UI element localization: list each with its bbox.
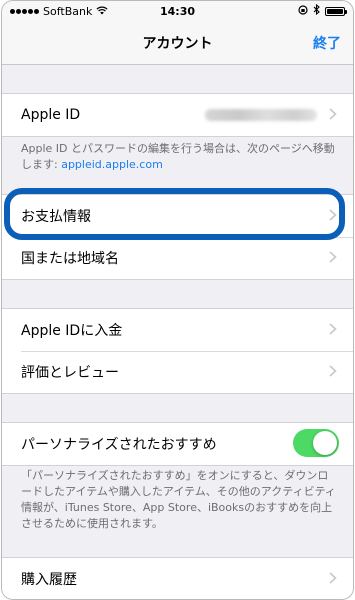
history-group: 購入履歴: [2, 557, 353, 599]
phone-frame: SoftBank 14:30 アカウント 終了 Apple ID Apple I: [1, 0, 354, 600]
chevron-right-icon: [329, 209, 337, 221]
apple-id-footnote: Apple ID とパスワードの編集を行う場合は、次のページへ移動します: ap…: [21, 141, 339, 173]
chevron-right-icon: [329, 251, 337, 263]
personalization-label: パーソナライズされたおすすめ: [21, 437, 217, 453]
chevron-right-icon: [329, 323, 337, 335]
status-bar: SoftBank 14:30: [2, 1, 353, 21]
chevron-right-icon: [329, 365, 337, 377]
personalization-group: パーソナライズされたおすすめ: [2, 422, 353, 466]
country-region-label: 国または地域名: [21, 251, 119, 267]
chevron-right-icon: [329, 108, 337, 120]
country-region-row[interactable]: 国または地域名: [2, 237, 353, 279]
apple-id-group: Apple ID: [2, 93, 353, 137]
personalization-toggle[interactable]: [293, 429, 339, 457]
payment-group: お支払情報 国または地域名: [2, 194, 353, 280]
apple-id-value-redacted: [205, 109, 317, 121]
personalization-footnote: 「パーソナライズされたおすすめ」をオンにすると、ダウンロードしたアイテムや購入し…: [21, 469, 336, 530]
status-right: [298, 3, 347, 18]
purchase-history-row[interactable]: 購入履歴: [2, 558, 353, 599]
appleid-link[interactable]: appleid.apple.com: [61, 158, 163, 171]
add-funds-row[interactable]: Apple IDに入金: [2, 309, 353, 351]
battery-icon: [325, 6, 347, 16]
chevron-right-icon: [329, 572, 337, 584]
store-group: Apple IDに入金 評価とレビュー: [2, 308, 353, 394]
orientation-lock-icon: [298, 4, 308, 18]
bluetooth-icon: [313, 3, 320, 18]
payment-info-label: お支払情報: [21, 209, 91, 225]
add-funds-label: Apple IDに入金: [21, 323, 123, 339]
personalization-row: パーソナライズされたおすすめ: [2, 423, 353, 465]
ratings-reviews-label: 評価とレビュー: [21, 365, 119, 381]
page-title: アカウント: [142, 36, 213, 52]
toggle-knob: [313, 431, 337, 455]
purchase-history-label: 購入履歴: [21, 572, 77, 588]
ratings-reviews-row[interactable]: 評価とレビュー: [2, 351, 353, 393]
payment-info-row[interactable]: お支払情報: [2, 195, 353, 237]
navigation-bar: アカウント 終了: [2, 21, 353, 65]
apple-id-label: Apple ID: [21, 107, 81, 123]
done-button[interactable]: 終了: [313, 33, 341, 53]
apple-id-row[interactable]: Apple ID: [2, 94, 353, 136]
